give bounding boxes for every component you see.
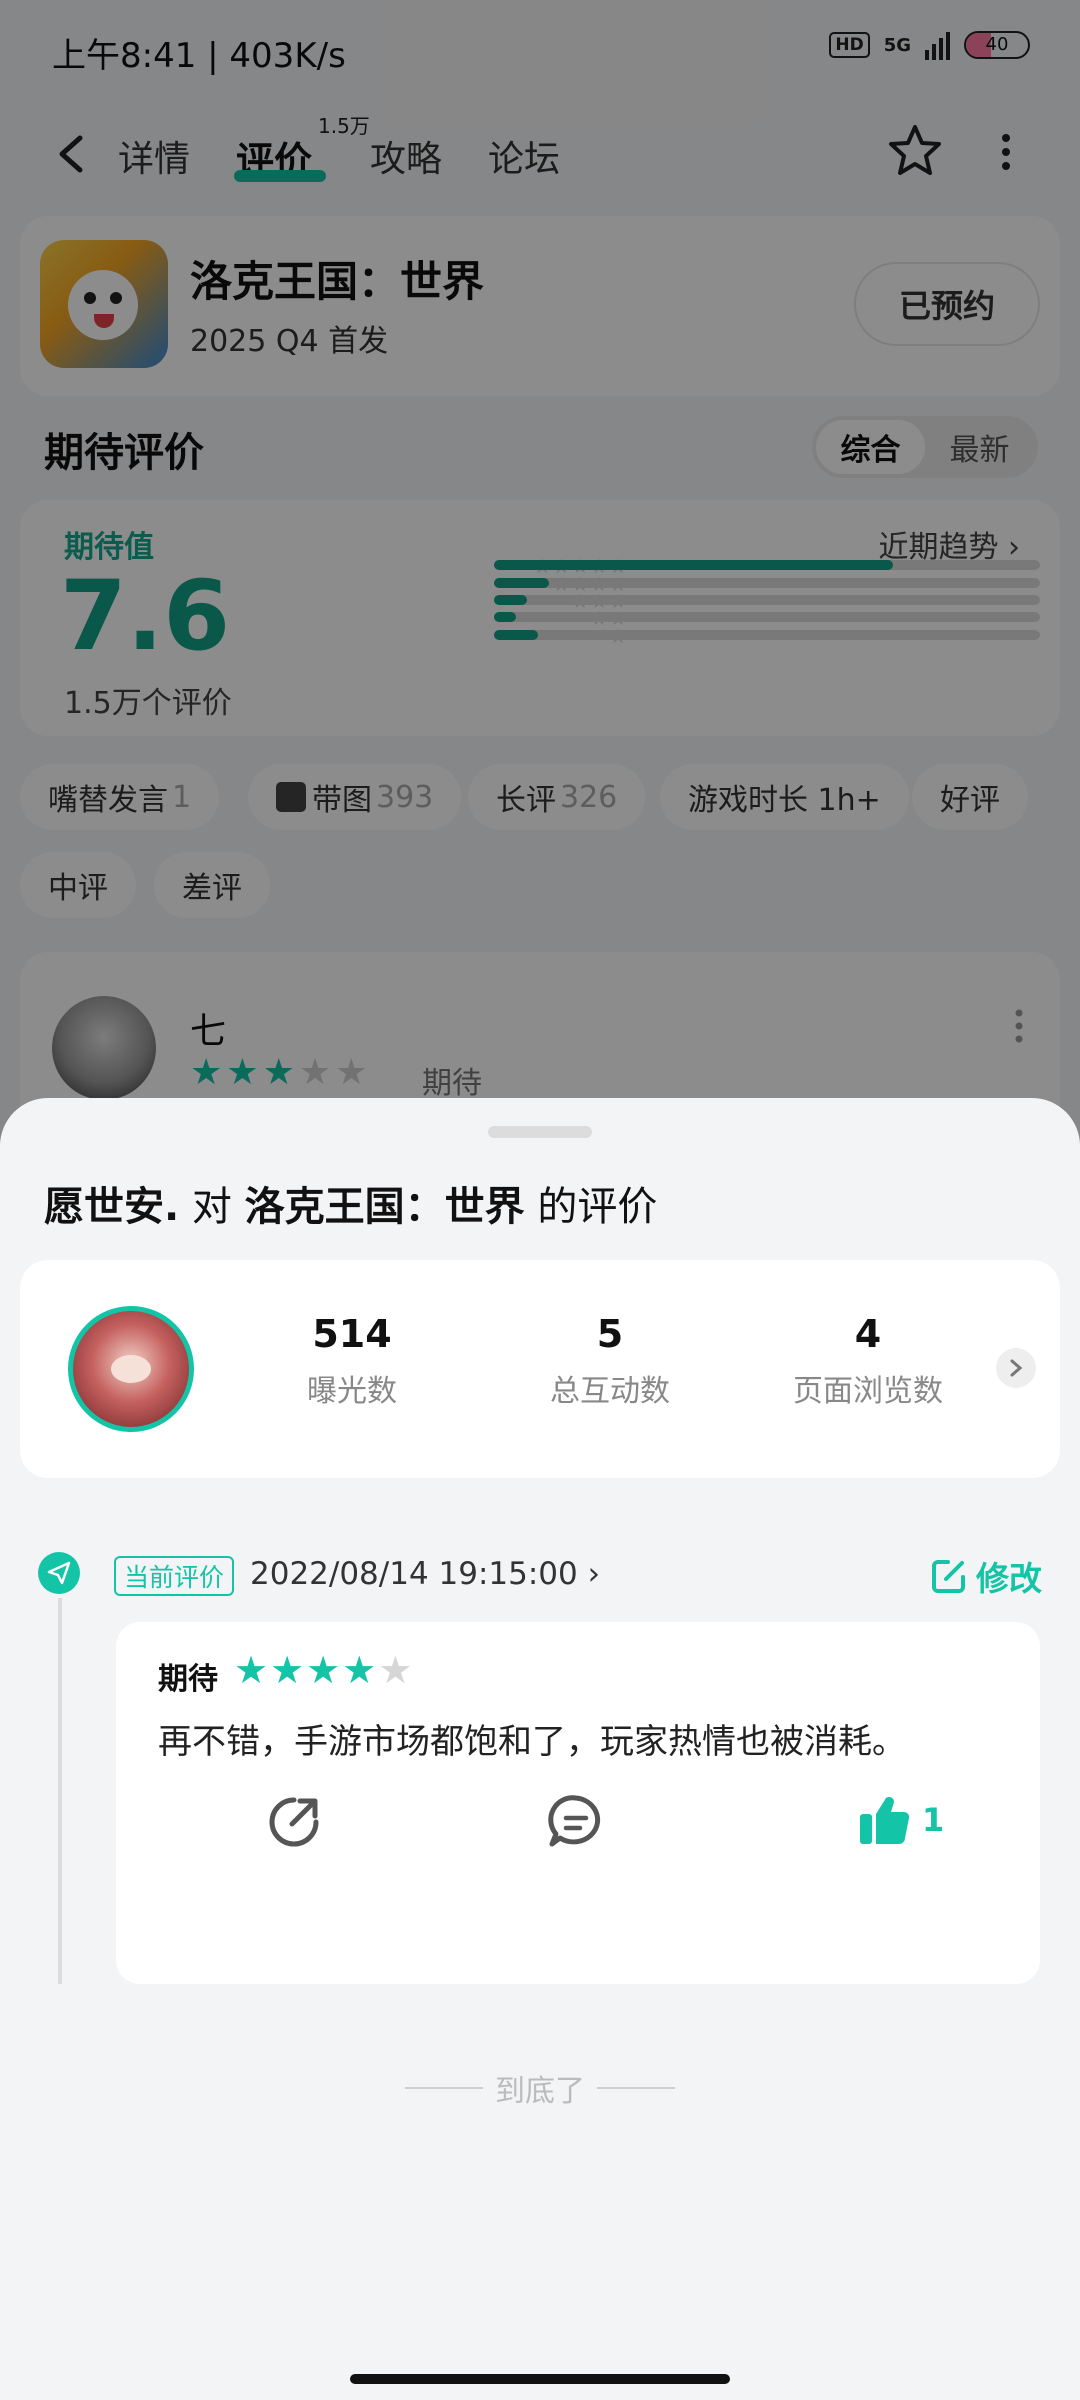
drag-handle[interactable] xyxy=(488,1126,592,1138)
rating-stars: ★★★★★ xyxy=(234,1648,414,1692)
star-filled-icon: ★ xyxy=(270,1648,307,1692)
like-count: 1 xyxy=(922,1801,945,1839)
sheet-title: 愿世安. 对 洛克王国：世界 的评价 xyxy=(44,1174,657,1232)
stat-interactions: 5 总互动数 xyxy=(510,1312,710,1410)
sheet-title-user: 愿世安. xyxy=(44,1184,180,1230)
stat-value: 514 xyxy=(312,1312,392,1356)
home-indicator[interactable] xyxy=(350,2374,730,2384)
star-empty-icon: ★ xyxy=(378,1648,415,1692)
thumbs-up-icon xyxy=(860,1797,910,1844)
edit-button[interactable]: 修改 xyxy=(930,1552,1042,1600)
stat-label: 总互动数 xyxy=(550,1374,670,1409)
divider xyxy=(405,2087,483,2089)
share-icon[interactable] xyxy=(264,1792,324,1852)
end-text: 到底了 xyxy=(495,2074,585,2109)
my-review-card: 期待 ★★★★★ 再不错，手游市场都饱和了，玩家热情也被消耗。 1 xyxy=(116,1622,1040,1984)
star-filled-icon: ★ xyxy=(306,1648,343,1692)
stat-value: 5 xyxy=(596,1312,624,1356)
review-date[interactable]: 2022/08/14 19:15:00 › xyxy=(250,1556,600,1592)
chevron-right-icon[interactable] xyxy=(996,1348,1036,1388)
star-filled-icon: ★ xyxy=(234,1648,271,1692)
stat-label: 页面浏览数 xyxy=(793,1374,943,1409)
stats-card[interactable]: 514 曝光数 5 总互动数 4 页面浏览数 xyxy=(20,1260,1060,1478)
like-button[interactable]: 1 xyxy=(856,1792,944,1848)
divider xyxy=(597,2087,675,2089)
stat-exposure: 514 曝光数 xyxy=(252,1312,452,1410)
review-text: 再不错，手游市场都饱和了，玩家热情也被消耗。 xyxy=(158,1722,906,1762)
sheet-title-suffix: 的评价 xyxy=(524,1184,658,1230)
current-review-badge: 当前评价 xyxy=(114,1556,235,1596)
star-filled-icon: ★ xyxy=(342,1648,379,1692)
sheet-title-mid: 对 xyxy=(179,1184,245,1230)
comment-icon[interactable] xyxy=(546,1792,606,1852)
end-of-list: 到底了 xyxy=(0,2066,1080,2110)
stat-label: 曝光数 xyxy=(307,1374,397,1409)
stat-value: 4 xyxy=(854,1312,882,1356)
edit-icon xyxy=(932,1560,965,1593)
avatar xyxy=(68,1306,194,1432)
timeline-line xyxy=(58,1598,62,1984)
sheet-title-game: 洛克王国：世界 xyxy=(244,1184,525,1230)
review-detail-sheet: 愿世安. 对 洛克王国：世界 的评价 514 曝光数 5 总互动数 4 页面浏览… xyxy=(0,1098,1080,2400)
send-icon xyxy=(38,1552,80,1594)
edit-label: 修改 xyxy=(976,1559,1042,1598)
stat-pageviews: 4 页面浏览数 xyxy=(768,1312,968,1410)
review-mood: 期待 xyxy=(158,1662,218,1697)
